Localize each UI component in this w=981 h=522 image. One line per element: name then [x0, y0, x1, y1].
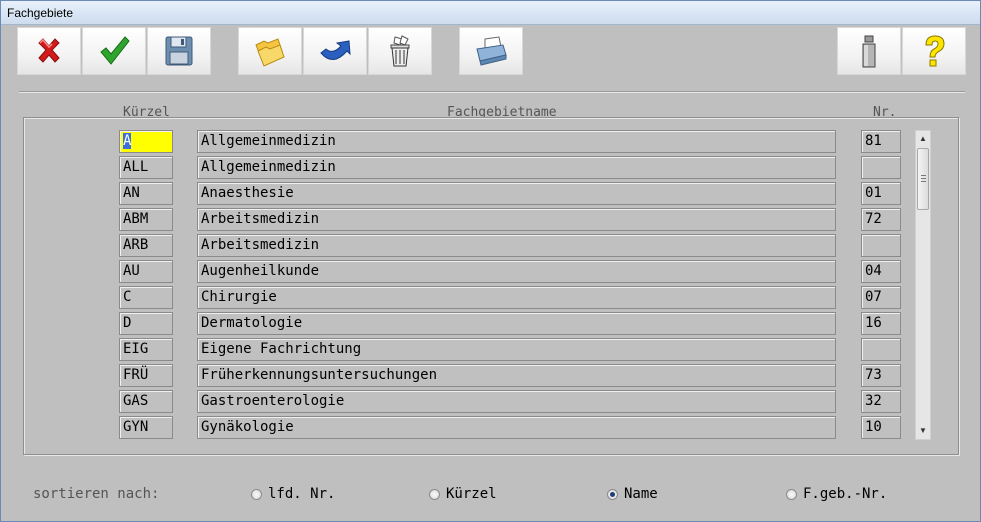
kuerzel-field[interactable]: FRÜ	[119, 364, 173, 387]
nr-field[interactable]: 32	[861, 390, 901, 413]
kuerzel-field[interactable]: ARB	[119, 234, 173, 257]
kuerzel-field[interactable]: ABM	[119, 208, 173, 231]
kuerzel-field[interactable]: GAS	[119, 390, 173, 413]
fachgebietname-field[interactable]: Allgemeinmedizin	[197, 156, 836, 179]
undo-arrow-icon	[320, 40, 351, 60]
save-button[interactable]	[147, 27, 211, 75]
fachgebietname-field[interactable]: Gastroenterologie	[197, 390, 836, 413]
green-check-icon	[100, 36, 130, 65]
scroll-up-icon[interactable]: ▲	[916, 131, 930, 147]
info-button[interactable]	[837, 27, 901, 75]
nr-field[interactable]	[861, 338, 901, 361]
radio-icon[interactable]	[607, 488, 618, 500]
fachgebietname-field[interactable]: Allgemeinmedizin	[197, 130, 836, 153]
sort-option-fgeb-nr[interactable]: F.geb.-Nr.	[786, 486, 887, 502]
fachgebietname-field[interactable]: Arbeitsmedizin	[197, 208, 836, 231]
nr-field[interactable]: 10	[861, 416, 901, 439]
folders-icon	[255, 38, 285, 67]
kuerzel-field[interactable]: AU	[119, 260, 173, 283]
sort-option-kuerzel[interactable]: Kürzel	[429, 486, 497, 502]
confirm-button[interactable]	[82, 27, 146, 75]
fachgebietname-field[interactable]: Gynäkologie	[197, 416, 836, 439]
nr-field[interactable]: 73	[861, 364, 901, 387]
fachgebietname-field[interactable]: Früherkennungsuntersuchungen	[197, 364, 836, 387]
fachgebietname-field[interactable]: Dermatologie	[197, 312, 836, 335]
fachgebietname-field[interactable]: Arbeitsmedizin	[197, 234, 836, 257]
radio-icon[interactable]	[786, 488, 797, 500]
cancel-button[interactable]	[17, 27, 81, 75]
printer-icon	[476, 36, 507, 66]
sort-option-lfd-nr[interactable]: lfd. Nr.	[251, 486, 335, 502]
red-x-icon	[38, 38, 60, 63]
undo-button[interactable]	[303, 27, 367, 75]
fachgebietname-field[interactable]: Eigene Fachrichtung	[197, 338, 836, 361]
kuerzel-field[interactable]: ALL	[119, 156, 173, 179]
delete-button[interactable]	[368, 27, 432, 75]
kuerzel-field[interactable]: GYN	[119, 416, 173, 439]
radio-icon[interactable]	[251, 488, 262, 500]
toolbar-separator	[19, 91, 965, 93]
sort-option-name[interactable]: Name	[607, 486, 658, 502]
question-mark-icon	[925, 35, 945, 67]
kuerzel-field[interactable]: C	[119, 286, 173, 309]
print-button[interactable]	[459, 27, 523, 75]
window-title: Fachgebiete	[7, 6, 74, 20]
title-bar: Fachgebiete	[1, 1, 980, 25]
kuerzel-field[interactable]: AN	[119, 182, 173, 205]
trash-can-icon	[390, 35, 410, 67]
nr-field[interactable]: 16	[861, 312, 901, 335]
sort-option-label: Name	[624, 486, 658, 502]
vertical-scrollbar[interactable]: ▲ ▼	[915, 130, 931, 440]
nr-field[interactable]: 04	[861, 260, 901, 283]
help-button[interactable]	[902, 27, 966, 75]
sort-option-label: F.geb.-Nr.	[803, 486, 888, 502]
sort-option-label: lfd. Nr.	[268, 486, 336, 502]
scroll-down-icon[interactable]: ▼	[916, 423, 930, 439]
fachgebietname-field[interactable]: Augenheilkunde	[197, 260, 836, 283]
sort-option-label: Kürzel	[446, 486, 497, 502]
nr-field[interactable]: 81	[861, 130, 901, 153]
kuerzel-field[interactable]: A	[119, 130, 173, 153]
sort-label: sortieren nach:	[33, 486, 160, 502]
nr-field[interactable]: 07	[861, 286, 901, 309]
kuerzel-field[interactable]: EIG	[119, 338, 173, 361]
fachgebietname-field[interactable]: Chirurgie	[197, 286, 836, 309]
info-icon	[862, 35, 876, 68]
fachgebiete-window: Fachgebiete Kürzel Fachgebietname Nr. A …	[0, 0, 981, 522]
nr-field[interactable]: 72	[861, 208, 901, 231]
scroll-thumb[interactable]	[917, 148, 929, 210]
nr-field[interactable]	[861, 156, 901, 179]
floppy-disk-icon	[165, 36, 193, 66]
nr-field[interactable]: 01	[861, 182, 901, 205]
kuerzel-field[interactable]: D	[119, 312, 173, 335]
nr-field[interactable]	[861, 234, 901, 257]
radio-icon[interactable]	[429, 488, 440, 500]
fachgebietname-field[interactable]: Anaesthesie	[197, 182, 836, 205]
open-folder-button[interactable]	[238, 27, 302, 75]
